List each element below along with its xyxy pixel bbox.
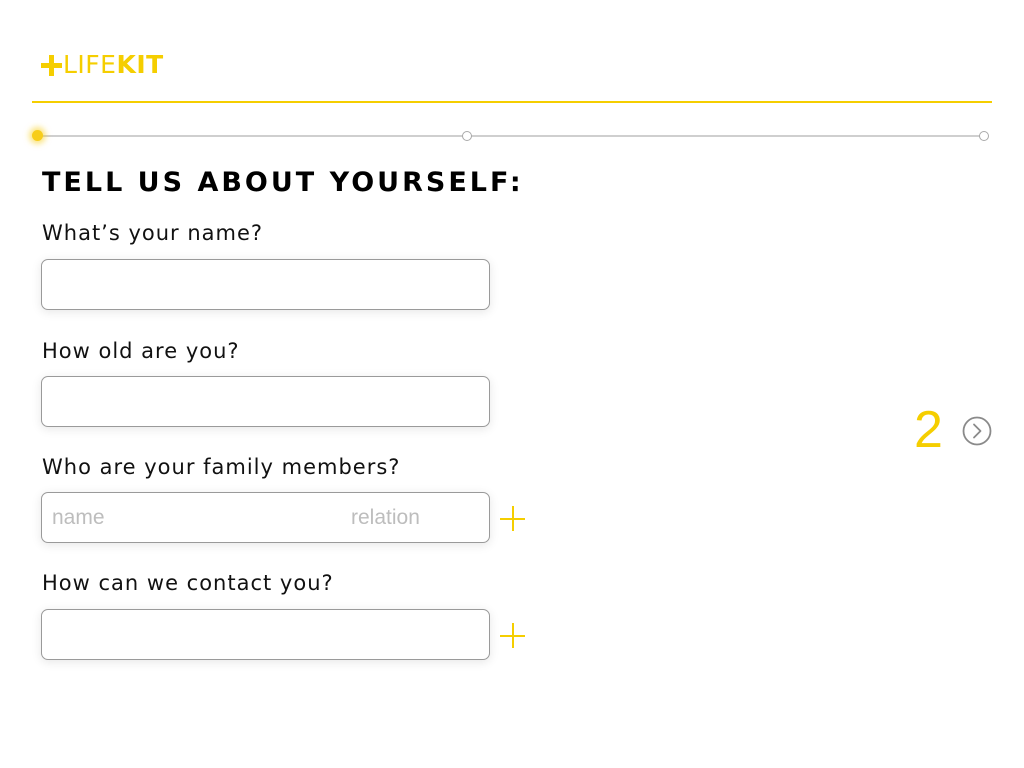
progress-step-1-current [32,130,43,141]
lifekit-logo: LIFEKIT [41,51,164,79]
logo-text-thin: LIFE [63,50,117,79]
plus-logo-icon [41,54,62,76]
next-page-button[interactable] [962,416,992,446]
family-question-label: Who are your family members? [42,455,401,479]
progress-step-3 [979,131,989,141]
progress-step-2 [462,131,472,141]
family-relation-input[interactable] [351,497,479,538]
age-field[interactable] [41,376,490,427]
logo-text: LIFEKIT [63,51,164,79]
contact-field[interactable] [41,609,490,660]
add-family-member-button[interactable] [500,506,525,531]
name-field[interactable] [41,259,490,310]
page-title: TELL US ABOUT YOURSELF: [42,167,524,198]
lifekit-form-page: LIFEKIT TELL US ABOUT YOURSELF: What’s y… [0,0,1024,768]
add-contact-button[interactable] [500,623,525,648]
family-member-row [41,492,490,543]
chevron-right-circle-icon [962,416,992,446]
family-name-input[interactable] [52,497,342,538]
progress-track [38,135,985,137]
age-question-label: How old are you? [42,339,240,363]
logo-text-bold: KIT [116,50,164,79]
contact-question-label: How can we contact you? [42,571,334,595]
name-question-label: What’s your name? [42,221,264,245]
header-divider [32,101,992,103]
next-page-number[interactable]: 2 [914,400,943,460]
